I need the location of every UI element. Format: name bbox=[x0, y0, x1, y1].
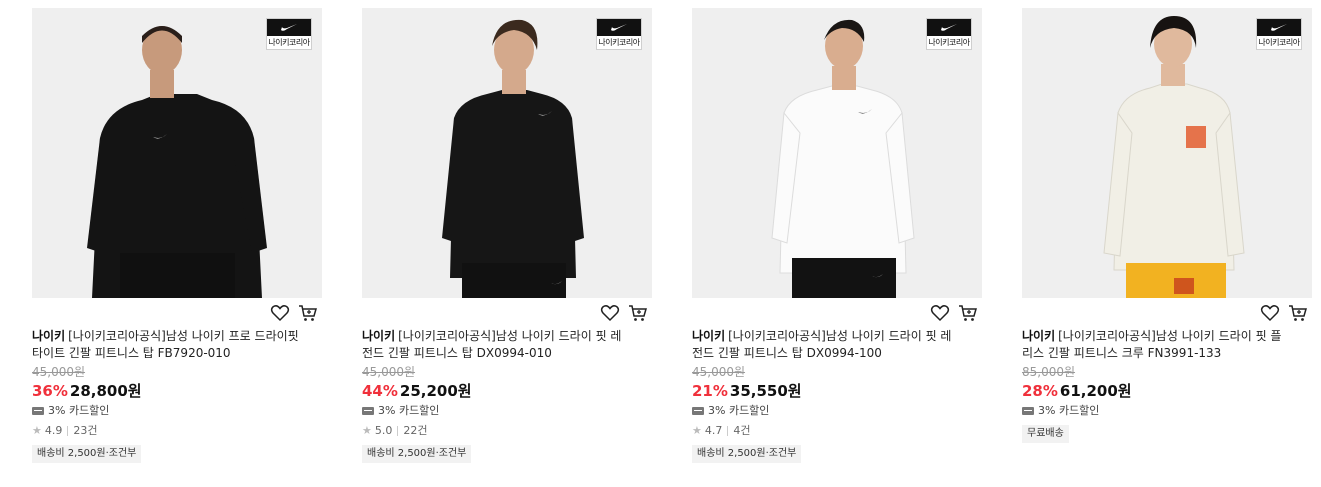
sale-price: 61,200원 bbox=[1059, 382, 1132, 400]
discount-rate: 21% bbox=[692, 382, 728, 400]
shipping-badge: 배송비 2,500원·조건부 bbox=[692, 445, 802, 463]
brand-badge: 나이키코리아 bbox=[926, 18, 972, 50]
nike-swoosh-icon bbox=[1271, 24, 1287, 31]
original-price: 45,000원 bbox=[692, 365, 746, 379]
sale-price: 28,800원 bbox=[69, 382, 142, 400]
brand-name: 나이키 bbox=[362, 329, 396, 343]
discount-rate: 28% bbox=[1022, 382, 1058, 400]
product-name: [나이키코리아공식]남성 나이키 프로 드라이핏 타이트 긴팔 피트니스 탑 F… bbox=[32, 329, 299, 360]
sale-price: 25,200원 bbox=[399, 382, 472, 400]
product-image[interactable]: 나이키코리아 bbox=[692, 8, 982, 298]
brand-name: 나이키 bbox=[32, 329, 66, 343]
product-name: [나이키코리아공식]남성 나이키 드라이 핏 플리스 긴팔 피트니스 크루 FN… bbox=[1022, 329, 1282, 360]
nike-swoosh-icon bbox=[941, 24, 957, 31]
product-title[interactable]: 나이키 [나이키코리아공식]남성 나이키 드라이 핏 플리스 긴팔 피트니스 크루… bbox=[1022, 328, 1292, 362]
discount-rate: 36% bbox=[32, 382, 68, 400]
credit-card-icon bbox=[692, 407, 704, 415]
credit-card-icon bbox=[1022, 407, 1034, 415]
heart-icon[interactable] bbox=[930, 303, 950, 323]
badge-label: 나이키코리아 bbox=[598, 38, 640, 47]
product-card[interactable]: 나이키코리아 나이키 [나이키코리아공식]남성 나이키 드라이 핏 레전드 긴팔 … bbox=[362, 8, 653, 463]
badge-label: 나이키코리아 bbox=[928, 38, 970, 47]
original-price: 45,000원 bbox=[362, 365, 416, 379]
shipping-badge: 무료배송 bbox=[1022, 425, 1069, 443]
product-image[interactable]: 나이키코리아 bbox=[362, 8, 652, 298]
card-discount: 3% 카드할인 bbox=[48, 404, 110, 417]
heart-icon[interactable] bbox=[600, 303, 620, 323]
original-price: 45,000원 bbox=[32, 365, 86, 379]
product-name: [나이키코리아공식]남성 나이키 드라이 핏 레전드 긴팔 피트니스 탑 DX0… bbox=[692, 329, 952, 360]
cart-icon[interactable] bbox=[958, 303, 978, 323]
cart-icon[interactable] bbox=[298, 303, 318, 323]
cart-icon[interactable] bbox=[628, 303, 648, 323]
badge-label: 나이키코리아 bbox=[1258, 38, 1300, 47]
product-card[interactable]: 나이키코리아 나이키 [나이키코리아공식]남성 나이키 드라이 핏 레전드 긴팔 … bbox=[692, 8, 983, 463]
brand-badge: 나이키코리아 bbox=[596, 18, 642, 50]
model-photo bbox=[1103, 16, 1245, 298]
nike-swoosh-icon bbox=[611, 24, 627, 31]
product-title[interactable]: 나이키 [나이키코리아공식]남성 나이키 드라이 핏 레전드 긴팔 피트니스 탑 … bbox=[362, 328, 632, 362]
heart-icon[interactable] bbox=[270, 303, 290, 323]
discount-rate: 44% bbox=[362, 382, 398, 400]
credit-card-icon bbox=[32, 407, 44, 415]
model-photo bbox=[442, 19, 584, 298]
review-count: 4건 bbox=[733, 424, 751, 437]
nike-swoosh-icon bbox=[281, 24, 297, 31]
product-name: [나이키코리아공식]남성 나이키 드라이 핏 레전드 긴팔 피트니스 탑 DX0… bbox=[362, 329, 622, 360]
rating-score: 5.0 bbox=[374, 424, 393, 437]
sale-price: 35,550원 bbox=[729, 382, 802, 400]
star-icon: ★ bbox=[362, 424, 372, 437]
product-grid: 나이키코리아 나이키 [나이키코리아공식]남성 나이키 프로 드라이핏 타이트 긴… bbox=[0, 0, 1321, 487]
card-discount: 3% 카드할인 bbox=[708, 404, 770, 417]
model-photo bbox=[771, 19, 915, 298]
card-discount: 3% 카드할인 bbox=[1038, 404, 1100, 417]
product-card[interactable]: 나이키코리아 나이키 [나이키코리아공식]남성 나이키 프로 드라이핏 타이트 긴… bbox=[32, 8, 323, 463]
brand-name: 나이키 bbox=[692, 329, 726, 343]
credit-card-icon bbox=[362, 407, 374, 415]
heart-icon[interactable] bbox=[1260, 303, 1280, 323]
brand-name: 나이키 bbox=[1022, 329, 1056, 343]
product-title[interactable]: 나이키 [나이키코리아공식]남성 나이키 프로 드라이핏 타이트 긴팔 피트니스 … bbox=[32, 328, 302, 362]
star-icon: ★ bbox=[32, 424, 42, 437]
product-image[interactable]: 나이키코리아 bbox=[1022, 8, 1312, 298]
card-discount: 3% 카드할인 bbox=[378, 404, 440, 417]
product-image[interactable]: 나이키코리아 bbox=[32, 8, 322, 298]
model-photo bbox=[87, 26, 267, 298]
shipping-badge: 배송비 2,500원·조건부 bbox=[362, 445, 472, 463]
badge-label: 나이키코리아 bbox=[268, 38, 310, 47]
brand-badge: 나이키코리아 bbox=[266, 18, 312, 50]
cart-icon[interactable] bbox=[1288, 303, 1308, 323]
product-title[interactable]: 나이키 [나이키코리아공식]남성 나이키 드라이 핏 레전드 긴팔 피트니스 탑 … bbox=[692, 328, 962, 362]
shipping-badge: 배송비 2,500원·조건부 bbox=[32, 445, 142, 463]
star-icon: ★ bbox=[692, 424, 702, 437]
rating-score: 4.9 bbox=[44, 424, 63, 437]
rating-score: 4.7 bbox=[704, 424, 723, 437]
brand-badge: 나이키코리아 bbox=[1256, 18, 1302, 50]
review-count: 22건 bbox=[403, 424, 428, 437]
review-count: 23건 bbox=[73, 424, 98, 437]
original-price: 85,000원 bbox=[1022, 365, 1076, 379]
product-card[interactable]: 나이키코리아 나이키 [나이키코리아공식]남성 나이키 드라이 핏 플리스 긴팔 … bbox=[1022, 8, 1313, 443]
